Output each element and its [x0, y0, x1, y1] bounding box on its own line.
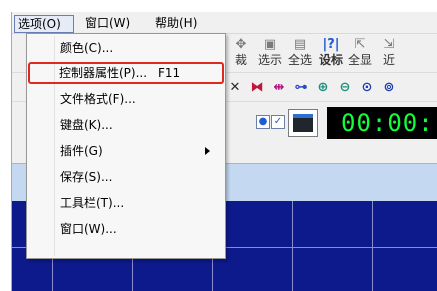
menu-bar: 选项(O) 窗口(W) 帮助(H): [12, 12, 437, 34]
menu-item-toolbar[interactable]: 工具栏(T)...: [27, 192, 225, 214]
menu-item-label: 插件(G): [60, 144, 103, 158]
menu-item-label: 控制器属性(P)...: [59, 66, 148, 80]
menu-item-controller-properties[interactable]: 控制器属性(P)... F11: [28, 62, 224, 84]
select-all-label: 全选: [287, 53, 312, 67]
time-display: 00:00:: [327, 107, 437, 139]
select-all-icon: ▤: [293, 37, 307, 52]
menu-item-file-format[interactable]: 文件格式(F)...: [27, 88, 225, 110]
menu-item-save[interactable]: 保存(S)...: [27, 166, 225, 188]
zoom-out-icon[interactable]: ⊖: [336, 79, 354, 97]
set-marker-button[interactable]: |?| 设标: [316, 37, 346, 71]
menu-item-shortcut: F11: [158, 66, 181, 80]
show-all-button[interactable]: ⇱ 全显: [345, 37, 375, 71]
menu-item-label: 窗口(W)...: [60, 222, 117, 236]
split-icon[interactable]: ⧓: [248, 79, 266, 97]
menu-item-window[interactable]: 窗口(W)...: [27, 218, 225, 240]
options-dropdown-menu: 颜色(C)... 控制器属性(P)... F11 文件格式(F)... 键盘(K…: [26, 33, 226, 259]
calendar-button[interactable]: [288, 109, 318, 137]
merge-icon[interactable]: ⇹: [270, 79, 288, 97]
near-icon: ⇲: [383, 37, 395, 52]
cross-icon[interactable]: ✕: [226, 79, 244, 97]
menu-item-keyboard[interactable]: 键盘(K)...: [27, 114, 225, 136]
show-all-label: 全显: [347, 53, 372, 67]
select-show-icon: ▣: [263, 37, 277, 52]
zoom-in-icon[interactable]: ⊕: [314, 79, 332, 97]
submenu-arrow-icon: [205, 147, 210, 155]
menu-item-plugins[interactable]: 插件(G): [27, 140, 225, 162]
calendar-icon: [293, 114, 313, 132]
menu-help[interactable]: 帮助(H): [152, 15, 200, 33]
app-window: 选项(O) 窗口(W) 帮助(H) ✥ 裁 ▣ 选示 ▤ 全选 |?| 设标 ⇱: [0, 0, 437, 291]
menu-item-label: 键盘(K)...: [60, 118, 113, 132]
set-marker-label: 设标: [318, 53, 343, 67]
grid-line: [372, 201, 373, 291]
menu-item-label: 颜色(C)...: [60, 41, 114, 55]
set-marker-icon: |?|: [322, 37, 340, 52]
near-label: 近: [382, 53, 395, 67]
near-button[interactable]: ⇲ 近: [374, 37, 404, 71]
menu-window[interactable]: 窗口(W): [82, 15, 133, 33]
grid-line: [292, 201, 293, 291]
move-button[interactable]: ✥ 裁: [226, 37, 256, 71]
menu-item-colors[interactable]: 颜色(C)...: [27, 37, 225, 59]
move-icon: ✥: [235, 37, 247, 52]
select-all-button[interactable]: ▤ 全选: [285, 37, 315, 71]
menu-item-label: 工具栏(T)...: [60, 196, 125, 210]
check-toggle[interactable]: ✓: [271, 115, 285, 129]
select-show-button[interactable]: ▣ 选示: [255, 37, 285, 71]
select-show-label: 选示: [257, 53, 282, 67]
marker-icon[interactable]: ⊙: [358, 79, 376, 97]
menu-item-label: 文件格式(F)...: [60, 92, 136, 106]
menu-options[interactable]: 选项(O): [14, 15, 74, 33]
link-icon[interactable]: ⊶: [292, 79, 310, 97]
cursor-icon[interactable]: ⊚: [380, 79, 398, 97]
menu-item-label: 保存(S)...: [60, 170, 113, 184]
move-label: 裁: [234, 53, 247, 67]
show-all-icon: ⇱: [354, 37, 366, 52]
record-toggle[interactable]: ●: [256, 115, 270, 129]
